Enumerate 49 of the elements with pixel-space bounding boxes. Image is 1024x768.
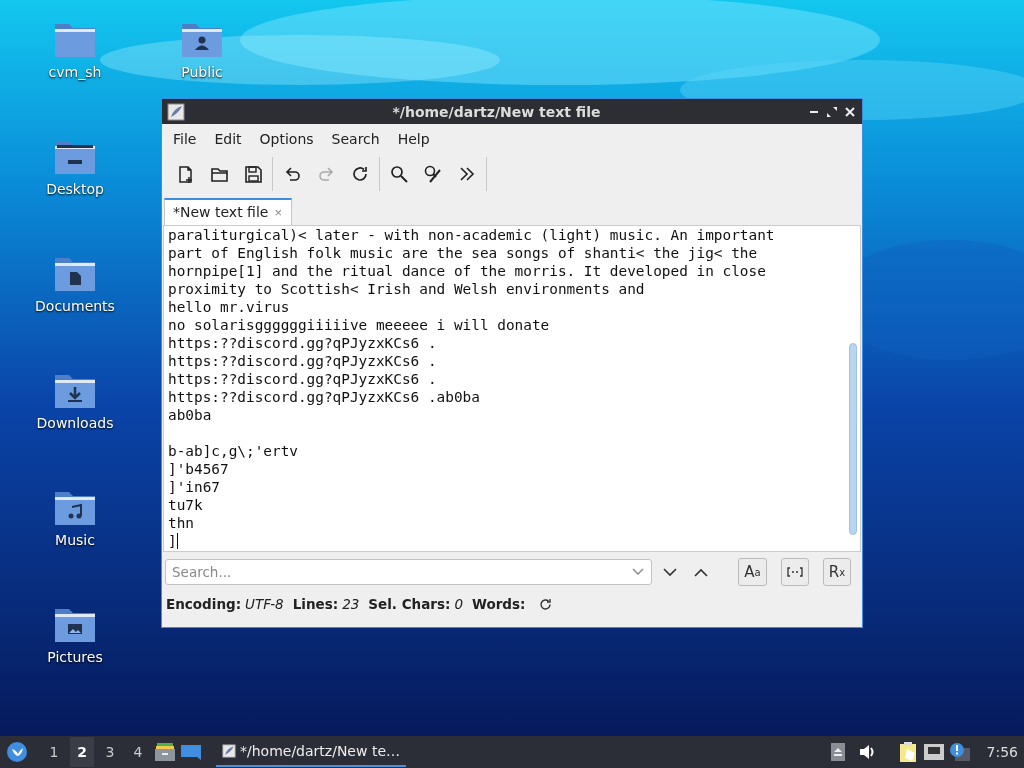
dropdown-icon[interactable] [632,568,645,576]
chevron-down-icon[interactable] [663,567,678,577]
app-icon[interactable] [222,742,236,760]
toggle-button[interactable]: A$^{a}$ [738,558,767,586]
search-field[interactable]: Search... [165,559,653,585]
menu-item[interactable]: Edit [205,131,251,147]
status-value: 23 [342,596,360,612]
notification-icon[interactable] [948,742,971,762]
taskbar-task[interactable]: */home/dartz/New te… [216,737,406,767]
status-label: Encoding: [166,596,242,612]
icon-label[interactable]: Pictures [47,649,103,665]
menu-item[interactable]: Help [388,131,439,147]
scrollbar-thumb[interactable] [849,343,857,535]
clipboard-icon[interactable] [898,741,919,763]
app-icon [167,102,185,121]
tab[interactable]: *New text file × [164,198,292,225]
menu-item[interactable]: Search [322,131,389,147]
menu-item[interactable]: File [164,131,206,147]
workspace-button[interactable]: 3 [98,737,122,767]
show-desktop-icon[interactable] [180,743,202,761]
eject-icon[interactable] [830,743,845,761]
workspace-button[interactable]: 2 [70,737,94,767]
file-drawer-icon[interactable] [154,742,176,762]
close-icon[interactable] [844,105,856,118]
clock[interactable]: 7:56 [986,744,1018,760]
brackets-icon[interactable] [786,567,803,577]
status-label: Sel. Chars: [368,596,451,612]
status-value: 0 [454,596,463,612]
maximize-icon[interactable] [826,105,838,118]
workspace-button[interactable]: 4 [126,737,150,767]
whole-word-button[interactable] [780,558,809,586]
menu-item[interactable]: Options [250,131,323,147]
status-label: Words: [472,596,526,612]
text-cursor [176,533,178,549]
window-title: */home/dartz/New text file [391,103,602,120]
status-value: UTF-8 [245,596,284,612]
icon-label[interactable]: Desktop [46,181,104,197]
icon-label[interactable]: Music [55,532,95,548]
workspace-button[interactable]: 1 [42,737,66,767]
status-label: Lines: [292,596,339,612]
refresh-icon[interactable] [539,597,553,611]
chevron-up-icon[interactable] [693,567,708,577]
editor-text[interactable]: paraliturgical)< later - with non-academic (light) music. An important part of English folk music are the sea songs of shanti< the jig< the hornpipe[1] and the ritual dance of the morris. It developed in close proximity to Scottish< Irish and Welsh environments and hello mr.virus no solarisggggggiiiiive meeeee i will donate https:??discord.gg?qPJyzxKCs6 . https:??discord.gg?qPJyzxKCs6 . https:??discord.gg?qPJyzxKCs6 . https:??discord.gg?qPJyzxKCs6 .ab0ba ab0ba b-ab]c,g\;'ertv ]'b4567 ]'in67 tu7k thn ] [164,226,846,551]
tab-label[interactable]: *New text file [173,204,269,220]
icon-label[interactable]: Documents [35,298,115,314]
network-icon[interactable] [922,743,945,761]
tab-close-button[interactable]: × [274,204,282,220]
icon-label[interactable]: Downloads [36,415,114,431]
start-menu-icon[interactable] [6,741,28,763]
